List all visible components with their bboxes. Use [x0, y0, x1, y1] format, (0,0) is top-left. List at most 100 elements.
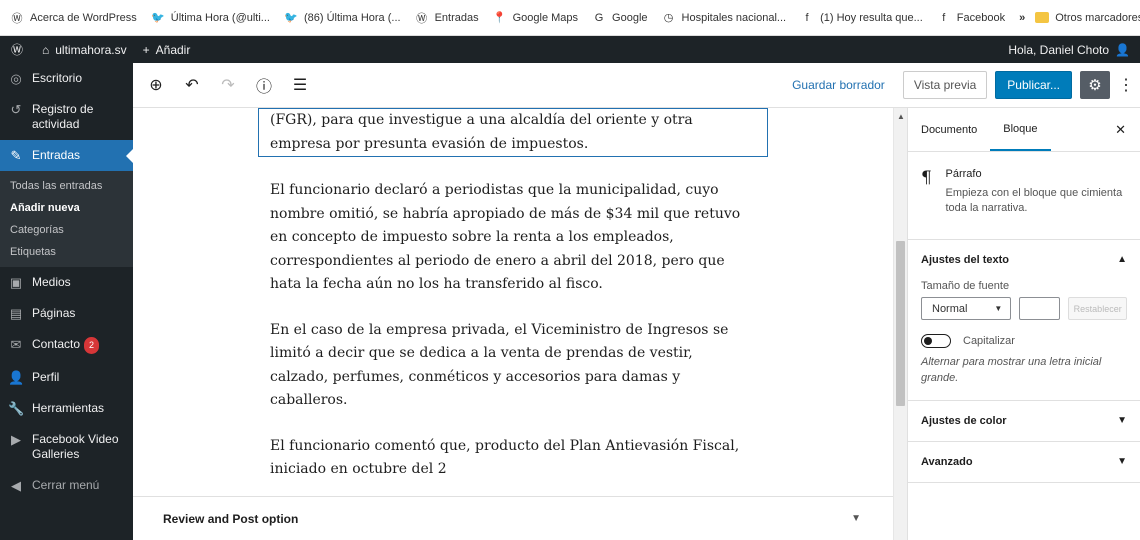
publish-button[interactable]: Publicar... [995, 71, 1072, 99]
video-icon: ▶ [11, 432, 21, 447]
preview-button[interactable]: Vista previa [902, 71, 988, 99]
bookmark-label: Otros marcadores [1055, 11, 1140, 24]
user-greeting: Hola, Daniel Choto [1008, 42, 1110, 57]
scrollbar-thumb[interactable] [896, 241, 905, 406]
panel-title: Ajustes del texto [921, 254, 1010, 266]
sidebar-label: Registro de actividad [32, 102, 94, 131]
font-size-select[interactable]: Normal ▼ [921, 297, 1012, 320]
review-post-option-panel[interactable]: Review and Post option ▼ [133, 496, 893, 540]
bookmark-item[interactable]: Ⓦ Acerca de WordPress [10, 11, 137, 25]
facebook-icon: f [805, 11, 809, 24]
bookmark-item[interactable]: Ⓦ Entradas [415, 11, 479, 25]
page-icon: ▤ [9, 306, 23, 321]
sidebar-item-contact[interactable]: ✉ Contacto 2 [0, 329, 133, 362]
tab-document[interactable]: Documento [908, 108, 990, 151]
chevron-up-icon: ▲ [1117, 254, 1127, 265]
tab-block[interactable]: Bloque [990, 108, 1051, 151]
content-scrollbar[interactable]: ▲ [893, 108, 907, 540]
bookmark-item[interactable]: f Facebook [937, 11, 1005, 25]
user-icon: 👤 [8, 370, 25, 385]
site-name-link[interactable]: ⌂ ultimahora.sv [34, 36, 135, 63]
reset-button[interactable]: Restablecer [1068, 297, 1128, 320]
plus-circle-icon: ⊕ [149, 77, 163, 94]
user-greeting-link[interactable]: Hola, Daniel Choto 👤 [1000, 36, 1140, 63]
paragraph-block[interactable]: El funcionario declaró a periodistas que… [270, 179, 748, 297]
collapse-icon: ◀ [11, 478, 21, 493]
paragraph-block[interactable]: El funcionario comentó que, producto del… [270, 435, 748, 482]
bookmark-label: (86) Última Hora (... [303, 11, 401, 24]
settings-tabs: Documento Bloque ✕ [908, 108, 1140, 152]
admin-sidebar: ◎ Escritorio ↺ Registro de actividad ✎ E… [0, 63, 134, 540]
sidebar-item-media[interactable]: ▣ Medios [0, 267, 133, 298]
sidebar-item-facebook-galleries[interactable]: ▶ Facebook Video Galleries [0, 424, 133, 470]
collapse-menu-button[interactable]: ◀ Cerrar menú [0, 470, 133, 501]
panel-title: Avanzado [921, 456, 973, 468]
chevron-down-icon: ▼ [1117, 415, 1127, 426]
block-settings-sidebar: Documento Bloque ✕ ¶ Párrafo Empieza con… [907, 108, 1140, 540]
paragraph-block[interactable]: En el caso de la empresa privada, el Vic… [270, 319, 748, 413]
sidebar-label: Escritorio [32, 71, 83, 85]
map-pin-icon: 📍 [492, 12, 507, 24]
more-options-button[interactable]: ⋮ [1118, 75, 1134, 95]
home-icon: ⌂ [42, 42, 50, 57]
bookmark-item[interactable]: 🐦 (86) Última Hora (... [284, 11, 401, 25]
advanced-panel[interactable]: Avanzado ▼ [908, 442, 1140, 483]
bookmark-item[interactable]: ◷ Hospitales nacional... [662, 11, 787, 25]
drop-cap-help: Alternar para mostrar una letra inicial … [921, 356, 1102, 384]
sidebar-item-posts[interactable]: ✎ Entradas [0, 140, 134, 171]
other-bookmarks-folder[interactable]: Otros marcadores [1035, 12, 1140, 24]
media-icon: ▣ [9, 275, 23, 290]
block-description: Empieza con el bloque que cimienta toda … [945, 187, 1123, 214]
history-icon: ↺ [10, 102, 22, 117]
settings-button[interactable]: ⚙ [1080, 71, 1110, 99]
info-button[interactable]: ⓘ [249, 70, 279, 100]
sidebar-item-pages[interactable]: ▤ Páginas [0, 298, 133, 329]
undo-button[interactable]: ↶ [177, 70, 207, 100]
text-settings-toggle[interactable]: Ajustes del texto [908, 240, 1140, 280]
block-navigation-button[interactable]: ☰ [285, 70, 315, 100]
submenu-tags[interactable]: Etiquetas [0, 241, 133, 263]
google-icon: G [594, 11, 604, 24]
add-new-link[interactable]: + Añadir [135, 36, 199, 63]
sidebar-item-profile[interactable]: 👤 Perfil [0, 362, 133, 393]
contact-label: Contacto [32, 337, 81, 351]
add-block-button[interactable]: ⊕ [141, 70, 171, 100]
folder-icon [1035, 12, 1050, 23]
sidebar-label: Perfil [32, 370, 60, 384]
redo-button[interactable]: ↷ [213, 70, 243, 100]
close-icon[interactable]: ✕ [1115, 122, 1126, 138]
custom-font-size-input[interactable] [1019, 297, 1061, 320]
save-draft-button[interactable]: Guardar borrador [792, 78, 885, 92]
text-settings-panel: Ajustes del texto ▲ Tamaño de fuente Nor… [908, 240, 1140, 401]
bookmark-item[interactable]: f (1) Hoy resulta que... [800, 11, 923, 25]
submenu-add-new[interactable]: Añadir nueva [0, 197, 133, 219]
undo-icon: ↶ [185, 77, 199, 94]
review-panel-title: Review and Post option [163, 511, 299, 526]
bookmark-item[interactable]: 🐦 Última Hora (@ulti... [151, 11, 270, 25]
wordpress-icon: Ⓦ [11, 12, 23, 25]
caret-down-icon: ▼ [851, 513, 861, 524]
sidebar-label: Contacto 2 [32, 337, 100, 354]
mail-icon: ✉ [10, 337, 22, 352]
drop-cap-toggle[interactable] [921, 334, 951, 348]
bookmark-label: Hospitales nacional... [681, 11, 787, 24]
bookmarks-bar: Ⓦ Acerca de WordPress 🐦 Última Hora (@ulti.… [0, 0, 1140, 36]
sidebar-item-activity[interactable]: ↺ Registro de actividad [0, 94, 133, 140]
wordpress-logo-icon[interactable]: Ⓦ [0, 36, 34, 63]
font-size-value: Normal [932, 302, 968, 315]
bookmarks-overflow-button[interactable]: » [1019, 12, 1025, 24]
contact-count-badge: 2 [84, 337, 100, 354]
bookmark-item[interactable]: 📍 Google Maps [493, 11, 578, 25]
paragraph-block-selected[interactable]: (FGR), para que investigue a una alcaldí… [258, 108, 768, 157]
sidebar-item-dashboard[interactable]: ◎ Escritorio [0, 63, 133, 94]
color-settings-panel[interactable]: Ajustes de color ▼ [908, 401, 1140, 442]
site-name: ultimahora.sv [55, 42, 127, 57]
gear-icon: ⚙ [1088, 77, 1102, 94]
bookmark-label: Facebook [956, 11, 1006, 24]
bookmark-item[interactable]: G Google [592, 11, 648, 25]
sidebar-item-tools[interactable]: 🔧 Herramientas [0, 393, 133, 424]
editor-canvas: (FGR), para que investigue a una alcaldí… [133, 108, 893, 540]
submenu-all-posts[interactable]: Todas las entradas [0, 175, 133, 197]
scroll-up-arrow-icon: ▲ [897, 112, 905, 121]
submenu-categories[interactable]: Categorías [0, 219, 133, 241]
